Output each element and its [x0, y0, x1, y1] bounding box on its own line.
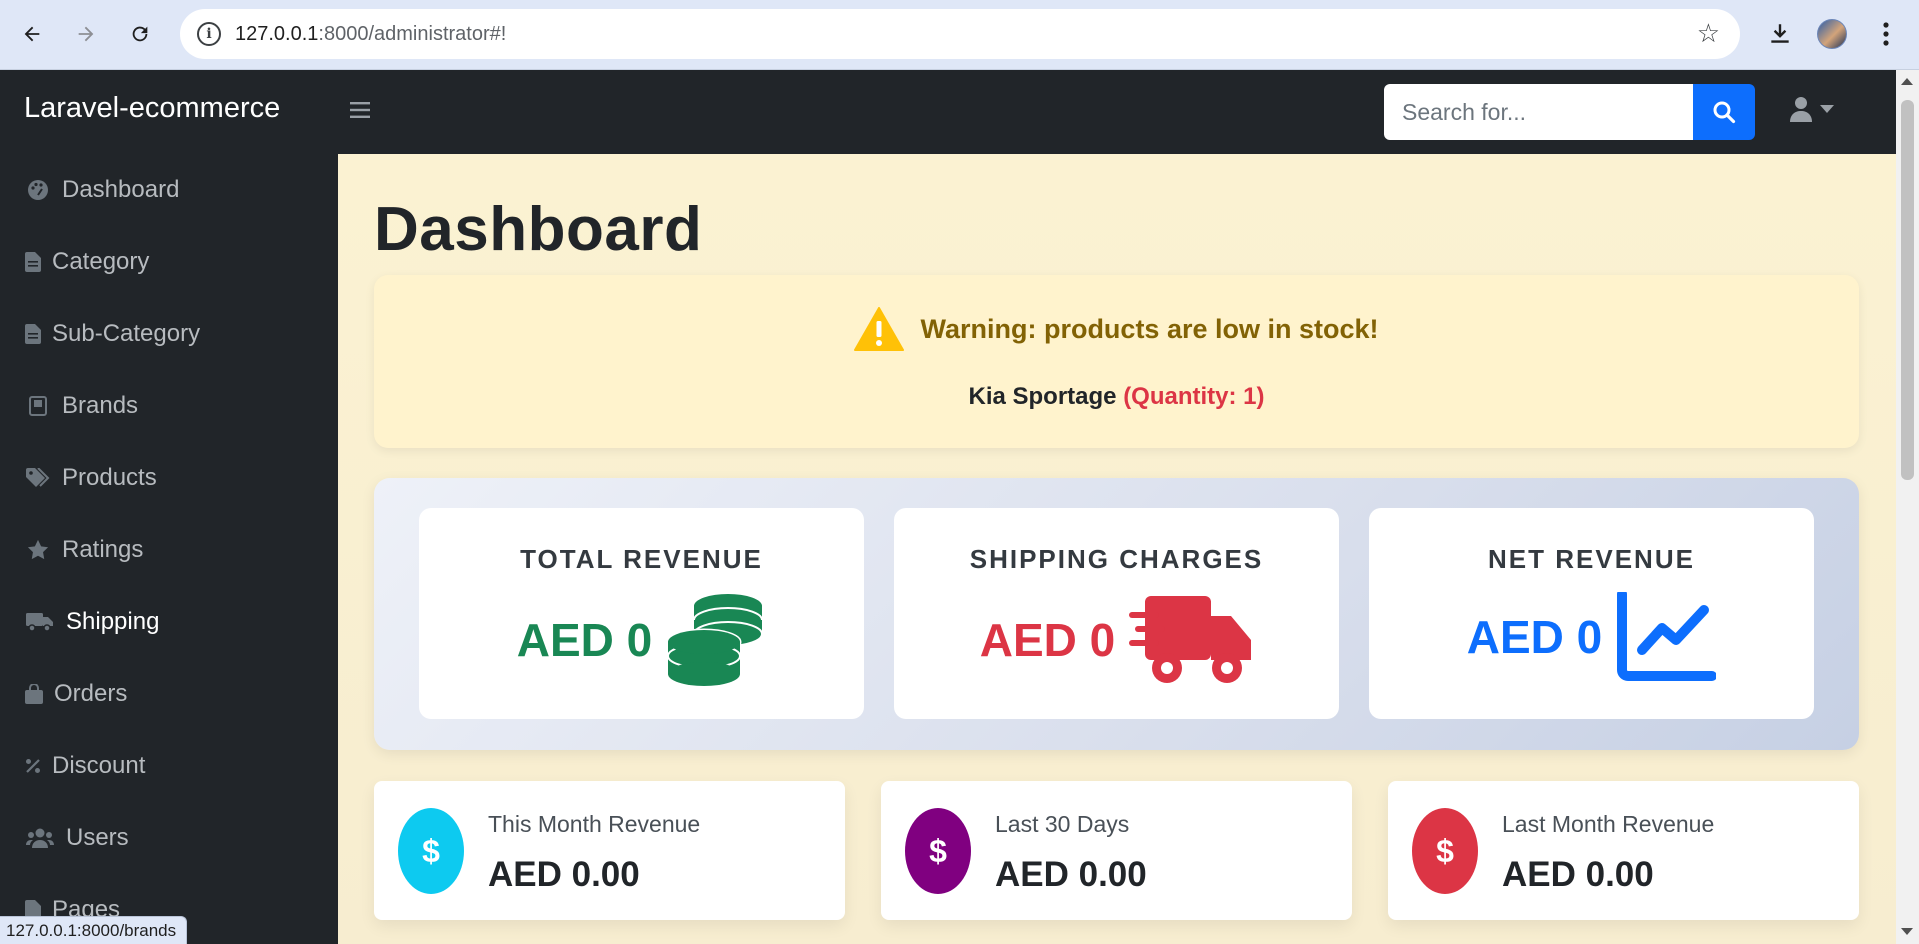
forward-button[interactable] — [66, 14, 106, 54]
profile-avatar — [1817, 19, 1847, 49]
search-input[interactable] — [1384, 84, 1693, 140]
dollar-icon: $ — [1412, 808, 1478, 894]
coins-icon — [666, 594, 764, 686]
reload-icon — [132, 26, 148, 42]
sidebar-item-label: Category — [52, 248, 150, 275]
sidebar-item-brands[interactable]: Brands — [0, 370, 338, 442]
sidebar-item-label: Brands — [62, 392, 139, 419]
scroll-down-arrow-icon[interactable] — [1901, 928, 1913, 935]
arrow-right-icon — [78, 26, 94, 42]
card-label: Last 30 Days — [995, 811, 1130, 837]
chart-line-icon — [1617, 592, 1717, 681]
alert-title: Warning: products are low in stock! — [920, 313, 1379, 344]
tags-icon — [24, 464, 52, 492]
card-value: AED 0.00 — [1502, 855, 1654, 894]
menu-icon — [350, 102, 370, 118]
last-30-days-card: $ Last 30 Days AED 0.00 — [881, 781, 1352, 920]
address-bar[interactable]: i 127.0.0.1:8000/administrator#! ☆ — [180, 9, 1740, 59]
sidebar-item-label: Orders — [54, 680, 128, 707]
low-stock-item: Kia Sportage (Quantity: 1) — [374, 383, 1859, 411]
book-icon — [24, 392, 52, 420]
page-scrollbar[interactable] — [1896, 70, 1919, 944]
card-label: This Month Revenue — [488, 811, 701, 837]
scrollbar-thumb[interactable] — [1901, 100, 1914, 480]
card-value: AED 0.00 — [488, 855, 640, 894]
bag-icon — [24, 680, 44, 708]
sidebar-item-dashboard[interactable]: Dashboard — [0, 154, 338, 226]
sidebar-item-ratings[interactable]: Ratings — [0, 514, 338, 586]
sidebar-item-label: Discount — [52, 752, 146, 779]
sidebar-item-label: Sub-Category — [52, 320, 201, 347]
file-icon — [24, 248, 42, 276]
app-topbar: Laravel-ecommerce — [0, 70, 1896, 154]
reload-button[interactable] — [120, 14, 160, 54]
palette-icon — [24, 176, 52, 204]
card-value: AED 0 — [516, 614, 653, 666]
percent-icon — [24, 752, 42, 780]
truck-icon — [24, 608, 56, 636]
scroll-up-arrow-icon[interactable] — [1901, 78, 1913, 85]
this-month-revenue-card: $ This Month Revenue AED 0.00 — [374, 781, 845, 920]
brand-link[interactable]: Laravel-ecommerce — [24, 92, 280, 125]
sidebar-item-products[interactable]: Products — [0, 442, 338, 514]
total-revenue-card: TOTAL REVENUE AED 0 — [419, 508, 864, 719]
card-label: Last Month Revenue — [1502, 811, 1715, 837]
search-button[interactable] — [1693, 84, 1755, 140]
dollar-icon: $ — [905, 808, 971, 894]
main-content: Dashboard Warning: products are low in s… — [338, 154, 1896, 944]
page-title: Dashboard — [374, 195, 703, 264]
search-icon — [1713, 101, 1736, 124]
sidebar-item-label: Users — [66, 824, 129, 851]
card-label: TOTAL REVENUE — [520, 544, 763, 574]
url-text[interactable]: 127.0.0.1:8000/administrator#! — [235, 23, 506, 46]
sidebar-item-discount[interactable]: Discount — [0, 730, 338, 802]
sidebar-item-label: Products — [62, 464, 157, 491]
last-month-revenue-card: $ Last Month Revenue AED 0.00 — [1388, 781, 1859, 920]
search-form — [1384, 84, 1755, 140]
sidebar-item-orders[interactable]: Orders — [0, 658, 338, 730]
sidebar-toggle[interactable] — [350, 94, 370, 126]
sidebar-item-category[interactable]: Category — [0, 226, 338, 298]
product-quantity: (Quantity: 1) — [1123, 383, 1265, 410]
sidebar-item-sub-category[interactable]: Sub-Category — [0, 298, 338, 370]
users-icon — [24, 824, 56, 852]
site-info-icon[interactable]: i — [197, 22, 221, 46]
sidebar: Dashboard Category Sub-Category Brands P… — [0, 154, 338, 944]
sidebar-item-shipping[interactable]: Shipping — [0, 586, 338, 658]
sidebar-item-label: Shipping — [66, 608, 160, 635]
user-dropdown[interactable] — [1790, 96, 1834, 122]
warning-triangle-icon — [854, 307, 905, 351]
shipping-charges-card: SHIPPING CHARGES AED 0 — [894, 508, 1339, 719]
bookmark-star-icon[interactable]: ☆ — [1697, 19, 1720, 47]
net-revenue-card: NET REVENUE AED 0 — [1369, 508, 1814, 719]
card-value: AED 0 — [979, 614, 1116, 666]
caret-down-icon — [1820, 105, 1834, 113]
arrow-left-icon — [24, 26, 40, 42]
card-label: SHIPPING CHARGES — [969, 544, 1264, 574]
product-name: Kia Sportage — [968, 383, 1117, 410]
card-value: AED 0.00 — [995, 855, 1147, 894]
sidebar-item-label: Ratings — [62, 536, 144, 563]
kebab-menu-icon — [1883, 22, 1889, 46]
sidebar-item-label: Dashboard — [62, 176, 180, 203]
shipping-fast-icon — [1129, 596, 1252, 683]
dollar-icon: $ — [398, 808, 464, 894]
profile-button[interactable] — [1812, 14, 1852, 54]
alert-header: Warning: products are low in stock! — [374, 307, 1859, 351]
link-status-bubble: 127.0.0.1:8000/brands — [0, 916, 188, 944]
user-icon — [1790, 97, 1812, 122]
downloads-button[interactable] — [1760, 14, 1800, 54]
card-value: AED 0 — [1466, 611, 1603, 663]
browser-toolbar: i 127.0.0.1:8000/administrator#! ☆ — [0, 0, 1919, 70]
sidebar-item-users[interactable]: Users — [0, 802, 338, 874]
card-label: NET REVENUE — [1488, 544, 1695, 574]
file-icon — [24, 320, 42, 348]
low-stock-alert: Warning: products are low in stock! Kia … — [374, 275, 1859, 448]
star-icon — [24, 536, 52, 564]
back-button[interactable] — [12, 14, 52, 54]
browser-menu-button[interactable] — [1866, 14, 1906, 54]
download-icon — [1771, 24, 1789, 43]
revenue-panel: TOTAL REVENUE AED 0 SHIPPING CHARGES AED… — [374, 478, 1859, 750]
